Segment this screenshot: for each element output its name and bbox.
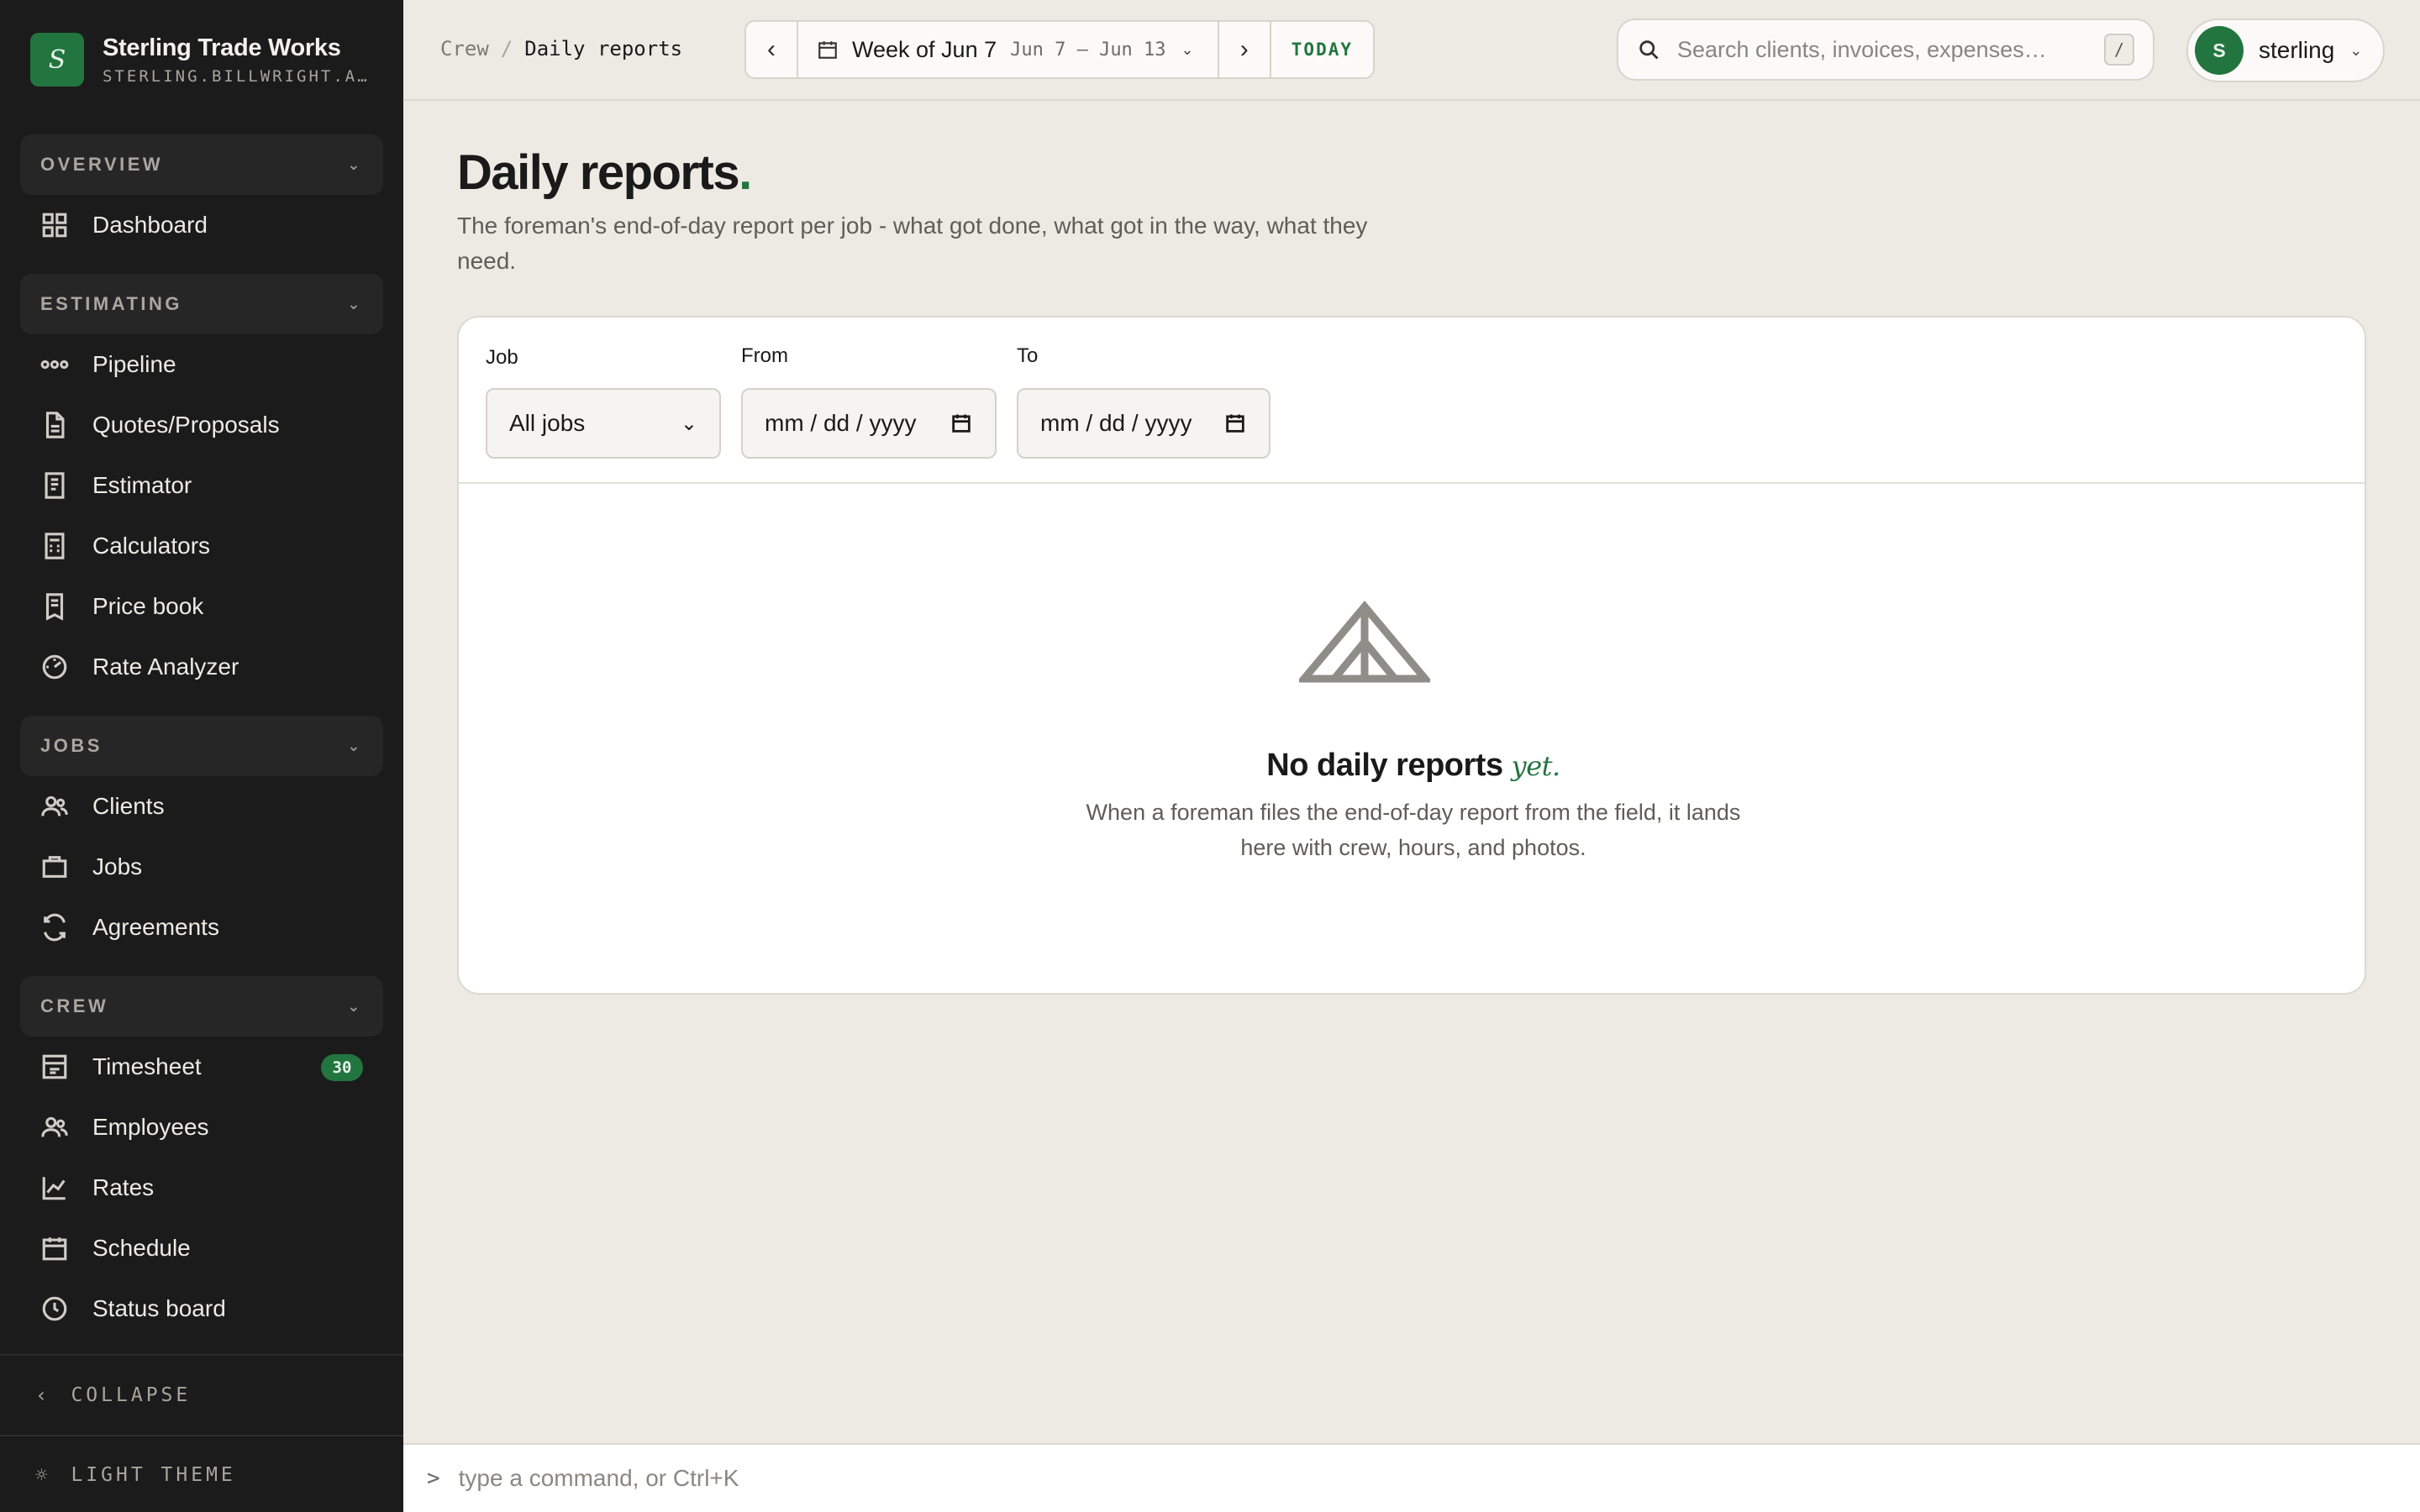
week-range: Jun 7 – Jun 13 — [1010, 39, 1166, 60]
timesheet-count-badge: 30 — [321, 1054, 363, 1081]
command-prompt: > — [427, 1466, 440, 1491]
calendar-icon — [952, 414, 971, 433]
calendar-icon — [818, 41, 837, 59]
sidebar-item-estimator[interactable]: Estimator — [20, 455, 383, 516]
next-week-button[interactable]: › — [1217, 22, 1270, 77]
sidebar: S Sterling Trade Works STERLING.BILLWRIG… — [0, 0, 403, 1512]
search-shortcut-key: / — [2104, 34, 2134, 66]
chevron-down-icon: ⌄ — [347, 295, 363, 312]
calendar-icon — [40, 1234, 69, 1263]
sun-icon: ☼ — [35, 1463, 51, 1487]
to-date-label: To — [1017, 344, 1039, 367]
previous-week-button[interactable]: ‹ — [746, 22, 798, 77]
brand-subdomain: STERLING.BILLWRIGHT.APP — [103, 66, 371, 86]
sidebar-item-status-board[interactable]: Status board — [20, 1278, 383, 1339]
main-content: Daily reports. The foreman's end-of-day … — [403, 102, 2420, 1443]
command-input[interactable] — [458, 1465, 2420, 1492]
calculator-icon — [40, 532, 69, 560]
daily-reports-card: Job All jobs ⌄ From mm / dd / yyyy To mm… — [457, 316, 2366, 995]
breadcrumb-crew[interactable]: Crew — [440, 37, 489, 60]
chart-icon — [40, 1173, 69, 1202]
receipt-icon — [40, 471, 69, 500]
sidebar-item-rates[interactable]: Rates — [20, 1158, 383, 1218]
empty-state: No daily reports yet. When a foreman fil… — [459, 484, 2365, 993]
empty-state-title: No daily reports yet. — [1266, 748, 1560, 783]
sidebar-item-schedule[interactable]: Schedule — [20, 1218, 383, 1278]
nav-group-crew[interactable]: CREW ⌄ — [20, 976, 383, 1037]
nav-group-jobs[interactable]: JOBS ⌄ — [20, 716, 383, 776]
sidebar-item-pipeline[interactable]: Pipeline — [20, 334, 383, 395]
from-date-input[interactable]: mm / dd / yyyy — [741, 388, 997, 459]
brand[interactable]: S Sterling Trade Works STERLING.BILLWRIG… — [30, 30, 383, 89]
avatar: S — [2195, 26, 2244, 75]
gauge-icon — [40, 653, 69, 681]
user-name: sterling — [2259, 37, 2335, 63]
chevron-left-icon: ‹ — [35, 1383, 51, 1407]
chevron-down-icon: ⌄ — [1181, 40, 1194, 58]
job-filter-label: Job — [486, 346, 518, 369]
sidebar-item-calculators[interactable]: Calculators — [20, 516, 383, 576]
sidebar-item-timesheet[interactable]: Timesheet 30 — [20, 1037, 383, 1097]
book-icon — [40, 592, 69, 621]
roof-truss-icon — [1296, 600, 1434, 684]
sidebar-nav: OVERVIEW ⌄ Dashboard ESTIMATING ⌄ Pipeli… — [20, 134, 383, 1339]
brand-logo: S — [30, 33, 84, 87]
breadcrumb-separator: / — [500, 37, 513, 60]
sidebar-item-clients[interactable]: Clients — [20, 776, 383, 837]
week-picker: ‹ Week of Jun 7 Jun 7 – Jun 13 ⌄ › TODAY — [744, 20, 1375, 79]
topbar: Crew / Daily reports ‹ Week of Jun 7 Jun 7… — [403, 0, 2420, 101]
chevron-left-icon: ‹ — [767, 35, 776, 63]
timesheet-icon — [40, 1053, 69, 1081]
sidebar-item-rate-analyzer[interactable]: Rate Analyzer — [20, 637, 383, 697]
document-icon — [40, 411, 69, 439]
chevron-down-icon: ⌄ — [347, 997, 363, 1015]
pipeline-icon — [40, 350, 69, 379]
refresh-icon — [40, 913, 69, 942]
filter-bar: Job All jobs ⌄ From mm / dd / yyyy To mm… — [459, 318, 2365, 484]
command-bar: > — [403, 1443, 2420, 1512]
from-date-label: From — [741, 344, 788, 367]
grid-icon — [40, 211, 69, 239]
page-title: Daily reports. — [457, 145, 752, 200]
search-icon — [1639, 40, 1659, 60]
calendar-icon — [1226, 414, 1244, 433]
week-selector[interactable]: Week of Jun 7 Jun 7 – Jun 13 ⌄ — [798, 22, 1218, 77]
brand-name: Sterling Trade Works — [103, 34, 341, 61]
job-filter-select[interactable]: All jobs ⌄ — [486, 388, 721, 459]
chevron-down-icon: ⌄ — [2349, 41, 2363, 59]
search-input[interactable] — [1677, 36, 2104, 63]
sidebar-item-employees[interactable]: Employees — [20, 1097, 383, 1158]
week-title: Week of Jun 7 — [852, 36, 997, 62]
user-menu[interactable]: S sterling ⌄ — [2186, 18, 2385, 82]
users-icon — [40, 1113, 69, 1142]
sidebar-item-jobs[interactable]: Jobs — [20, 837, 383, 897]
page-subtitle: The foreman's end-of-day report per job … — [457, 213, 1368, 274]
nav-group-estimating[interactable]: ESTIMATING ⌄ — [20, 274, 383, 334]
chevron-down-icon: ⌄ — [347, 737, 363, 754]
collapse-button[interactable]: ‹ COLLAPSE — [0, 1356, 403, 1435]
chevron-right-icon: › — [1239, 35, 1249, 63]
today-button[interactable]: TODAY — [1269, 22, 1373, 77]
clock-icon — [40, 1294, 69, 1323]
global-search: / — [1617, 18, 2154, 81]
briefcase-icon — [40, 853, 69, 881]
chevron-down-icon: ⌄ — [680, 412, 697, 435]
breadcrumb-current: Daily reports — [524, 37, 683, 60]
users-icon — [40, 792, 69, 821]
sidebar-item-agreements[interactable]: Agreements — [20, 897, 383, 958]
sidebar-item-price-book[interactable]: Price book — [20, 576, 383, 637]
sidebar-item-quotes[interactable]: Quotes/Proposals — [20, 395, 383, 455]
theme-toggle-button[interactable]: ☼ LIGHT THEME — [0, 1435, 403, 1512]
to-date-input[interactable]: mm / dd / yyyy — [1017, 388, 1270, 459]
empty-state-description: When a foreman files the end-of-day repo… — [1086, 800, 1741, 860]
chevron-down-icon: ⌄ — [347, 155, 363, 173]
sidebar-footer: ‹ COLLAPSE ☼ LIGHT THEME — [0, 1354, 403, 1512]
breadcrumb: Crew / Daily reports — [440, 37, 682, 60]
sidebar-item-dashboard[interactable]: Dashboard — [20, 195, 383, 255]
nav-group-overview[interactable]: OVERVIEW ⌄ — [20, 134, 383, 195]
